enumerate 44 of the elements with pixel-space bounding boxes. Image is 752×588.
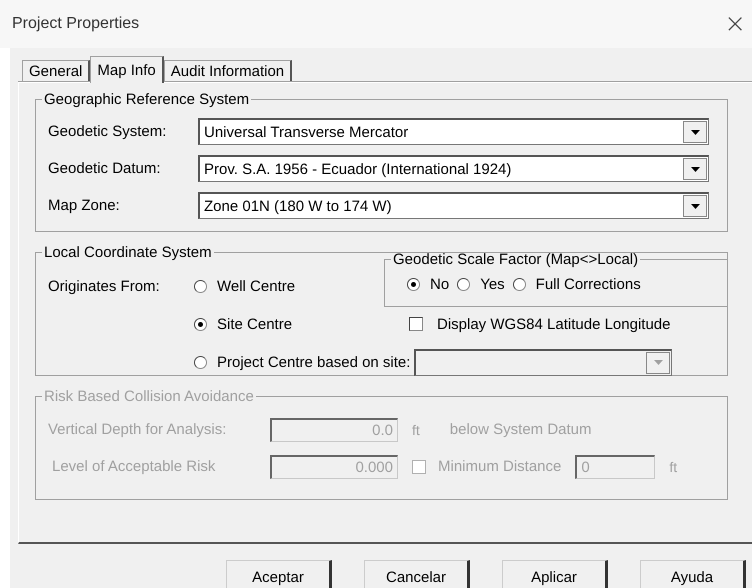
tab[interactable]: Audit Information [164, 60, 292, 82]
field-label: Geodetic System: [48, 123, 168, 140]
radio-button[interactable] [407, 278, 420, 290]
group-title: Geographic Reference System [43, 91, 250, 108]
group-title: Risk Based Collision Avoidance [43, 388, 255, 405]
tab[interactable]: General [22, 60, 90, 82]
radio-button[interactable] [457, 278, 470, 290]
radio-button[interactable] [194, 318, 207, 330]
group-title: Geodetic Scale Factor (Map<>Local) [392, 251, 640, 268]
unit-label: ft [669, 458, 678, 474]
dialog-button[interactable]: Cancelar [364, 560, 470, 588]
radio-button[interactable] [194, 280, 207, 292]
dialog-button[interactable]: Aplicar [502, 560, 608, 588]
checkbox-label: Display WGS84 Latitude Longitude [437, 316, 670, 332]
caret-icon [690, 204, 700, 208]
field-label: Map Zone: [48, 197, 121, 214]
radio-label: No [430, 276, 450, 292]
field-label: Level of Acceptable Risk [51, 458, 216, 475]
radio-button[interactable] [512, 278, 526, 290]
window-title: Project Properties [12, 15, 140, 33]
group-title: Local Coordinate System [43, 244, 213, 261]
tab[interactable]: Map Info [90, 56, 164, 83]
close-button[interactable]: × [718, 11, 752, 37]
radio-button[interactable] [194, 356, 207, 368]
dialog-button[interactable]: Ayuda [640, 560, 746, 588]
dropdown[interactable]: Prov. S.A. 1956 - Ecuador (International 1924) [198, 155, 709, 182]
field-label: Vertical Depth for Analysis: [48, 421, 228, 438]
dialog-button[interactable]: Aceptar [226, 560, 332, 588]
caret-icon [690, 166, 700, 172]
radio-label: Site Centre [217, 316, 292, 332]
radio-label: Yes [480, 276, 505, 292]
radio-label: Well Centre [217, 278, 296, 294]
unit-label: ft [412, 422, 420, 438]
note-label: below System Datum [450, 421, 592, 438]
dropdown[interactable]: Zone 01N (180 W to 174 W) [198, 192, 709, 219]
field-label: Originates From: [48, 278, 161, 294]
field-label: Geodetic Datum: [48, 160, 162, 177]
checkbox[interactable] [409, 317, 423, 331]
caret-icon [690, 130, 700, 134]
caret-icon [654, 360, 663, 365]
radio-label: Full Corrections [536, 276, 641, 292]
dropdown[interactable]: Universal Transverse Mercator [198, 118, 709, 145]
checkbox-label: Minimum Distance [438, 458, 562, 475]
radio-label: Project Centre based on site: [217, 354, 410, 370]
